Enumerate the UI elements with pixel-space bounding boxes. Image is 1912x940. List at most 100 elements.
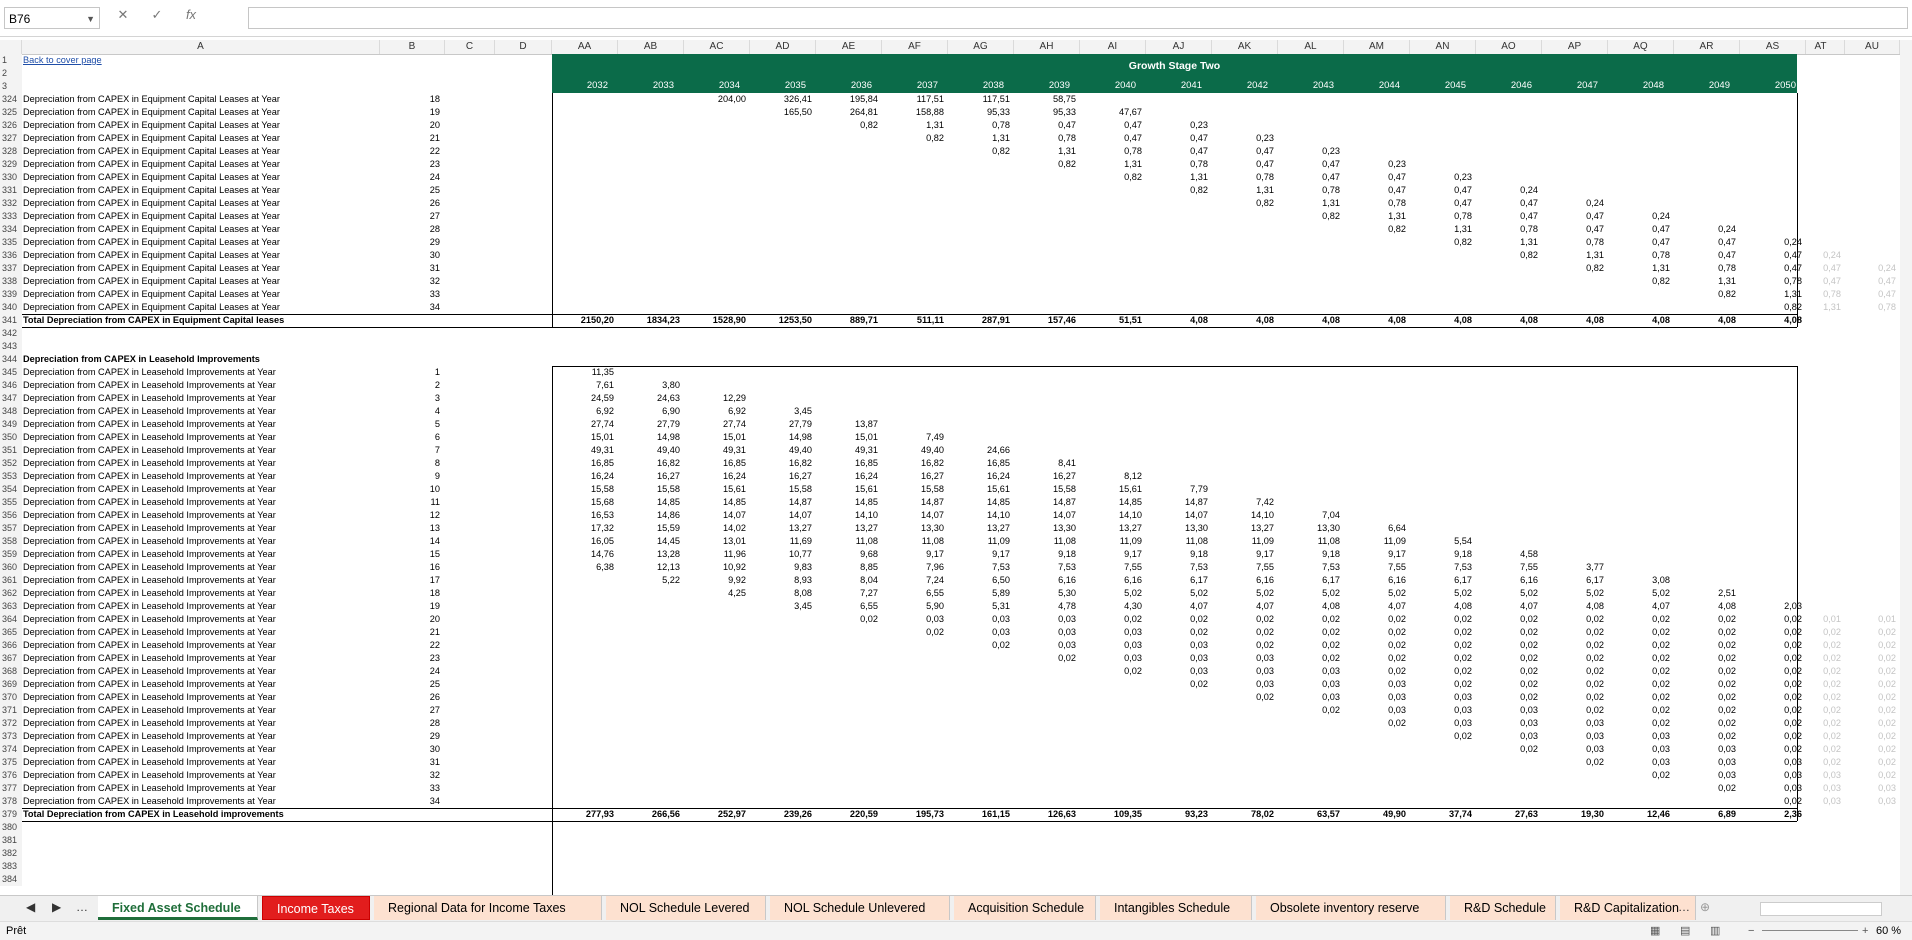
cell-value[interactable]: 0,02 bbox=[1410, 730, 1476, 743]
year-index[interactable]: 31 bbox=[380, 756, 440, 769]
column-header-at[interactable]: AT bbox=[1797, 40, 1845, 54]
cell-value[interactable]: 0,47 bbox=[1278, 171, 1344, 184]
cell-value[interactable]: 0,24 bbox=[1845, 262, 1900, 275]
cell-value[interactable]: 0,02 bbox=[1146, 626, 1212, 639]
cell-value[interactable]: 0,47 bbox=[1344, 171, 1410, 184]
cell-value[interactable]: 7,27 bbox=[816, 587, 882, 600]
cell-value[interactable]: 0,03 bbox=[1797, 795, 1845, 808]
cell-value[interactable]: 326,41 bbox=[750, 93, 816, 106]
cell-value[interactable]: 7,55 bbox=[1080, 561, 1146, 574]
cell-value[interactable]: 14,07 bbox=[684, 509, 750, 522]
cell-value[interactable]: 24,66 bbox=[948, 444, 1014, 457]
cell-value[interactable]: 6,16 bbox=[1014, 574, 1080, 587]
cell-value[interactable]: 6,17 bbox=[1146, 574, 1212, 587]
year-index[interactable]: 26 bbox=[380, 691, 440, 704]
cell-value[interactable]: 220,59 bbox=[816, 808, 882, 821]
row-number[interactable]: 380 bbox=[0, 821, 22, 834]
year-index[interactable]: 31 bbox=[380, 262, 440, 275]
cell-value[interactable]: 0,02 bbox=[1608, 717, 1674, 730]
cell-value[interactable]: 8,04 bbox=[816, 574, 882, 587]
cell-value[interactable]: 4,08 bbox=[1476, 314, 1542, 327]
cell-value[interactable]: 0,02 bbox=[1410, 665, 1476, 678]
cell-value[interactable]: 5,22 bbox=[618, 574, 684, 587]
cell-value[interactable]: 0,02 bbox=[1344, 613, 1410, 626]
cell-value[interactable]: 16,24 bbox=[948, 470, 1014, 483]
cell-value[interactable]: 16,82 bbox=[750, 457, 816, 470]
cell-value[interactable]: 0,03 bbox=[1542, 730, 1608, 743]
cell-value[interactable]: 4,08 bbox=[1212, 314, 1278, 327]
cell-value[interactable]: 0,03 bbox=[1146, 639, 1212, 652]
new-sheet-icon[interactable]: ⊕ bbox=[1700, 900, 1710, 914]
cell-value[interactable]: 5,02 bbox=[1476, 587, 1542, 600]
cell-value[interactable]: 1,31 bbox=[1212, 184, 1278, 197]
cell-value[interactable]: 49,40 bbox=[750, 444, 816, 457]
year-index[interactable]: 24 bbox=[380, 665, 440, 678]
cell-value[interactable]: 0,78 bbox=[1476, 223, 1542, 236]
column-header-aa[interactable]: AA bbox=[552, 40, 618, 54]
cell-value[interactable]: 14,07 bbox=[750, 509, 816, 522]
cell-value[interactable]: 11,08 bbox=[816, 535, 882, 548]
cell-value[interactable]: 0,02 bbox=[1476, 743, 1542, 756]
cell-value[interactable]: 126,63 bbox=[1014, 808, 1080, 821]
row-number[interactable]: 331 bbox=[0, 184, 22, 197]
column-header-ao[interactable]: AO bbox=[1476, 40, 1542, 54]
cell-value[interactable]: 0,02 bbox=[1845, 743, 1900, 756]
cancel-icon[interactable]: ✕ bbox=[106, 7, 140, 23]
cell-value[interactable]: 0,02 bbox=[1845, 626, 1900, 639]
cell-value[interactable]: 5,54 bbox=[1410, 535, 1476, 548]
row-number[interactable]: 377 bbox=[0, 782, 22, 795]
confirm-icon[interactable]: ✓ bbox=[140, 7, 174, 23]
row-number[interactable]: 329 bbox=[0, 158, 22, 171]
cell-value[interactable]: 0,03 bbox=[1476, 717, 1542, 730]
cell-value[interactable]: 24,63 bbox=[618, 392, 684, 405]
sheet-tab[interactable]: R&D Capitalization bbox=[1560, 896, 1696, 920]
year-index[interactable]: 30 bbox=[380, 249, 440, 262]
row-number[interactable]: 348 bbox=[0, 405, 22, 418]
cell-value[interactable]: 0,03 bbox=[948, 626, 1014, 639]
column-header-ag[interactable]: AG bbox=[948, 40, 1014, 54]
cell-value[interactable]: 11,35 bbox=[552, 366, 618, 379]
cell-value[interactable]: 0,03 bbox=[1797, 782, 1845, 795]
cell-value[interactable]: 8,85 bbox=[816, 561, 882, 574]
cell-value[interactable]: 11,08 bbox=[1278, 535, 1344, 548]
cell-value[interactable]: 7,61 bbox=[552, 379, 618, 392]
cell-value[interactable]: 6,55 bbox=[816, 600, 882, 613]
row-number[interactable]: 368 bbox=[0, 665, 22, 678]
cell-value[interactable]: 0,02 bbox=[1797, 691, 1845, 704]
row-number[interactable]: 364 bbox=[0, 613, 22, 626]
cell-value[interactable]: 0,03 bbox=[1476, 730, 1542, 743]
cell-value[interactable]: 0,03 bbox=[1608, 756, 1674, 769]
cell-value[interactable]: 13,27 bbox=[1212, 522, 1278, 535]
cell-value[interactable]: 14,07 bbox=[1014, 509, 1080, 522]
column-header-aq[interactable]: AQ bbox=[1608, 40, 1674, 54]
cell-value[interactable]: 13,30 bbox=[1014, 522, 1080, 535]
cell-value[interactable]: 14,45 bbox=[618, 535, 684, 548]
row-number[interactable]: 355 bbox=[0, 496, 22, 509]
cell-value[interactable]: 16,27 bbox=[882, 470, 948, 483]
cell-value[interactable]: 6,89 bbox=[1674, 808, 1740, 821]
cell-value[interactable]: 6,16 bbox=[1344, 574, 1410, 587]
row-number[interactable]: 347 bbox=[0, 392, 22, 405]
cell-value[interactable]: 10,92 bbox=[684, 561, 750, 574]
cell-value[interactable]: 0,03 bbox=[1278, 691, 1344, 704]
column-header-ak[interactable]: AK bbox=[1212, 40, 1278, 54]
cell-value[interactable]: 4,58 bbox=[1476, 548, 1542, 561]
cell-value[interactable]: 9,17 bbox=[1212, 548, 1278, 561]
cell-value[interactable]: 15,61 bbox=[948, 483, 1014, 496]
cell-value[interactable]: 0,02 bbox=[1542, 678, 1608, 691]
cell-value[interactable]: 0,02 bbox=[1542, 665, 1608, 678]
row-number[interactable]: 360 bbox=[0, 561, 22, 574]
cell-value[interactable]: 4,25 bbox=[684, 587, 750, 600]
cell-value[interactable]: 4,08 bbox=[1146, 314, 1212, 327]
cell-value[interactable]: 0,02 bbox=[1674, 717, 1740, 730]
cell-value[interactable]: 0,02 bbox=[1608, 769, 1674, 782]
cell-value[interactable]: 0,02 bbox=[1674, 652, 1740, 665]
row-number[interactable]: 371 bbox=[0, 704, 22, 717]
cell-value[interactable]: 15,61 bbox=[1080, 483, 1146, 496]
cell-value[interactable]: 0,02 bbox=[1476, 639, 1542, 652]
cell-value[interactable]: 4,08 bbox=[1410, 314, 1476, 327]
year-index[interactable]: 5 bbox=[380, 418, 440, 431]
cell-value[interactable]: 0,23 bbox=[1410, 171, 1476, 184]
row-number[interactable]: 330 bbox=[0, 171, 22, 184]
cell-value[interactable]: 0,24 bbox=[1797, 249, 1845, 262]
